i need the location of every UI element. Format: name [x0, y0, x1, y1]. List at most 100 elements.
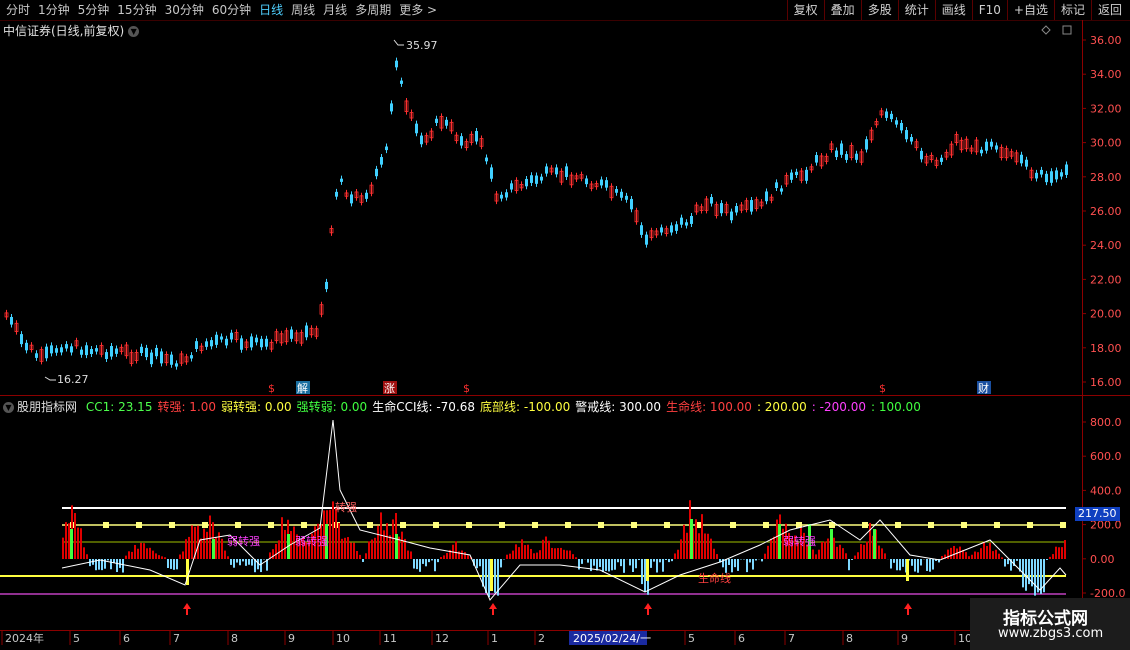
indicator-bar	[188, 536, 190, 559]
level-dot	[565, 522, 571, 528]
frame-icons	[1041, 25, 1072, 35]
indicator-bar	[845, 553, 847, 559]
indicator-bar	[776, 519, 778, 559]
indicator-bar	[695, 519, 697, 559]
candle-body	[790, 172, 793, 180]
candlesticks	[4, 57, 1068, 370]
indicator-bar	[83, 547, 85, 559]
indicator-bar	[209, 515, 211, 559]
candle-body	[940, 157, 943, 162]
indicator-bar	[641, 559, 643, 585]
indicator-bar	[164, 557, 166, 559]
signal-bar-green	[212, 539, 215, 559]
candle-body	[95, 348, 98, 352]
candle-body	[670, 225, 673, 233]
level-dot	[202, 522, 208, 528]
indicator-bar	[929, 559, 931, 572]
indicator-bar	[815, 554, 817, 559]
indicator-value-9: : -200.00	[811, 400, 866, 414]
price-tick-label: 30.00	[1090, 137, 1122, 150]
signal-bar-green	[778, 524, 781, 559]
indicator-bar	[836, 546, 838, 559]
time-label: 7	[173, 632, 180, 645]
indicator-bar	[863, 544, 865, 559]
indicator-name: 股朋指标网	[17, 400, 78, 414]
time-label: 9	[288, 632, 295, 645]
indicator-bar	[557, 548, 559, 559]
indicator-bar	[1034, 559, 1036, 596]
candle-body	[505, 192, 508, 198]
candle-body	[890, 113, 893, 120]
candle-body	[250, 336, 253, 348]
candle-body	[835, 150, 838, 158]
low-label: 16.27	[57, 373, 89, 386]
label-zhuanqiang: 转强	[335, 500, 357, 514]
level-dot	[895, 522, 901, 528]
indicator-bar	[347, 537, 349, 559]
indicator-bar	[842, 548, 844, 559]
indicator-bar	[245, 559, 247, 566]
candle-body	[530, 175, 533, 183]
indicator-bar	[377, 525, 379, 559]
indicator-bar	[62, 537, 64, 559]
indicator-bar	[761, 559, 763, 562]
candle-body	[660, 227, 663, 233]
candle-body	[445, 119, 448, 126]
indicator-bar	[749, 559, 751, 563]
candle-body	[195, 341, 198, 349]
indicator-bar	[998, 553, 1000, 559]
indicator-bar	[572, 554, 574, 559]
time-label: 10	[336, 632, 350, 645]
candle-body	[620, 191, 623, 198]
candle-body	[20, 334, 23, 345]
indicator-bar	[953, 545, 955, 559]
indicator-bar	[437, 559, 439, 563]
candle-body	[525, 178, 528, 187]
chevron-down-icon[interactable]: ▼	[3, 402, 14, 413]
label-shengmingxian: 生命线	[698, 571, 731, 585]
indicator-bar	[179, 554, 181, 559]
level-dot	[631, 522, 637, 528]
level-dot	[532, 522, 538, 528]
indicator-bar	[230, 559, 232, 565]
indicator-bar	[629, 559, 631, 566]
ind-tick-label: 0.00	[1090, 553, 1115, 566]
indicator-bar	[281, 517, 283, 559]
candle-body	[155, 347, 158, 357]
candle-body	[600, 179, 603, 186]
indicator-bar	[707, 533, 709, 559]
time-label: 6	[123, 632, 130, 645]
candle-body	[675, 224, 678, 231]
candle-body	[885, 111, 888, 118]
indicator-bar	[116, 559, 118, 573]
price-tick-label: 26.00	[1090, 205, 1122, 218]
candle-body	[55, 348, 58, 353]
candle-body	[720, 203, 723, 214]
indicator-bar	[272, 549, 274, 559]
indicator-bar	[866, 541, 868, 559]
chart-canvas[interactable]: 36.00 34.00 32.00 30.00 28.00 26.00 24.00 22.00…	[0, 0, 1130, 650]
ind-tick-label: 600.0	[1090, 450, 1122, 463]
indicator-bar	[824, 541, 826, 559]
indicator-bar	[773, 536, 775, 559]
event-markers[interactable]: $ 解 涨 $ $ 财	[268, 381, 991, 395]
indicator-bar	[368, 541, 370, 559]
candle-body	[25, 342, 28, 351]
indicator-bar	[755, 559, 757, 561]
candle-body	[420, 135, 423, 145]
signal-bar-green	[873, 529, 876, 559]
candle-body	[845, 154, 848, 160]
indicator-bar	[848, 559, 850, 571]
candle-body	[535, 175, 538, 184]
indicator-bar	[926, 559, 928, 571]
candle-body	[625, 195, 628, 200]
candle-body	[1065, 164, 1068, 175]
indicator-bar	[146, 548, 148, 559]
candle-body	[395, 60, 398, 68]
indicator-bar	[536, 552, 538, 559]
indicator-bar	[518, 547, 520, 559]
indicator-bar	[494, 559, 496, 593]
candle-body	[85, 345, 88, 356]
signal-bar-yellow	[490, 559, 493, 591]
indicator-bar	[158, 555, 160, 559]
